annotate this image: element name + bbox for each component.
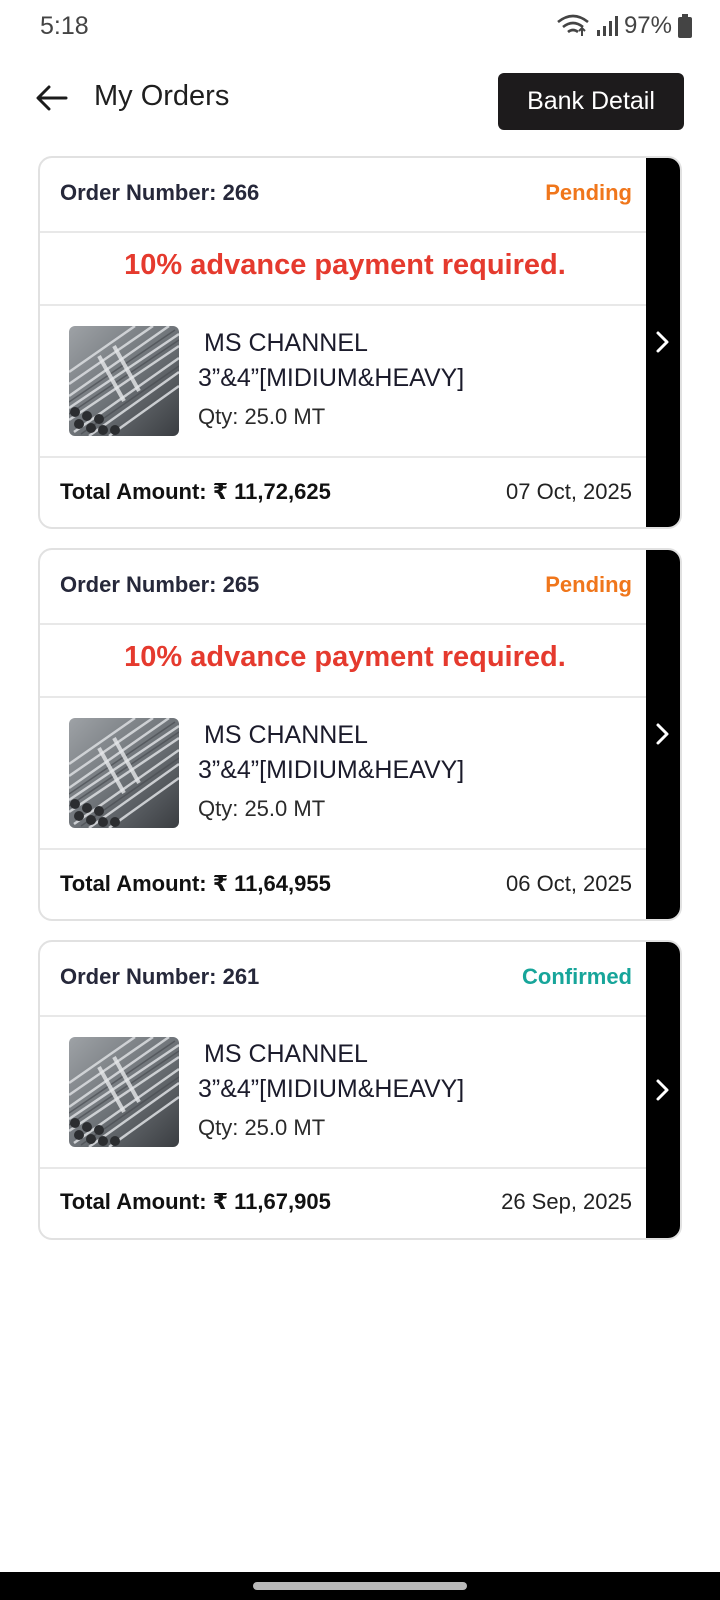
card-arrow-strip[interactable] (646, 550, 680, 919)
product-row: MS CHANNEL 3”&4”[MIDIUM&HEAVY] Qty: 25.0… (40, 696, 650, 848)
back-button[interactable] (34, 82, 70, 118)
product-qty: Qty: 25.0 MT (198, 796, 326, 821)
home-gesture-handle[interactable] (253, 1582, 467, 1590)
product-name-line2: 3”&4”[MIDIUM&HEAVY] (198, 1075, 465, 1103)
status-icons: 97% (556, 12, 692, 40)
advance-notice: 10% advance payment required. (124, 249, 566, 281)
status-badge: Pending (545, 180, 632, 205)
order-footer: Total Amount: ₹ 11,64,955 06 Oct, 2025 (40, 848, 650, 919)
page-title: My Orders (94, 80, 230, 112)
order-footer: Total Amount: ₹ 11,72,625 07 Oct, 2025 (40, 456, 650, 527)
order-number: Order Number: 265 (60, 572, 260, 597)
app-bar: My Orders Bank Detail (0, 70, 720, 130)
product-row: MS CHANNEL 3”&4”[MIDIUM&HEAVY] Qty: 25.0… (40, 1015, 650, 1167)
status-time: 5:18 (40, 12, 89, 40)
status-badge: Pending (545, 572, 632, 597)
product-row: MS CHANNEL 3”&4”[MIDIUM&HEAVY] Qty: 25.0… (40, 304, 650, 456)
wifi-icon (556, 14, 590, 38)
order-header: Order Number: 266 Pending (40, 158, 650, 231)
advance-notice-row: 10% advance payment required. (40, 231, 650, 304)
order-card[interactable]: Order Number: 265 Pending 10% advance pa… (38, 548, 682, 921)
total-amount: Total Amount: ₹ 11,64,955 (60, 871, 331, 896)
order-card[interactable]: Order Number: 266 Pending 10% advance pa… (38, 156, 682, 529)
card-arrow-strip[interactable] (646, 158, 680, 527)
product-image (69, 1037, 179, 1147)
chevron-right-icon (654, 330, 672, 359)
product-name-line2: 3”&4”[MIDIUM&HEAVY] (198, 756, 465, 784)
order-header: Order Number: 261 Confirmed (40, 942, 650, 1015)
order-number: Order Number: 266 (60, 180, 260, 205)
product-name-line1: MS CHANNEL (204, 1040, 368, 1068)
arrow-left-icon (36, 85, 68, 116)
product-name: MS CHANNEL 3”&4”[MIDIUM&HEAVY] (198, 718, 618, 788)
product-qty: Qty: 25.0 MT (198, 404, 326, 429)
bank-detail-button[interactable]: Bank Detail (498, 73, 684, 130)
product-name: MS CHANNEL 3”&4”[MIDIUM&HEAVY] (198, 1037, 618, 1107)
product-name: MS CHANNEL 3”&4”[MIDIUM&HEAVY] (198, 326, 618, 396)
product-image (69, 326, 179, 436)
advance-notice-row: 10% advance payment required. (40, 623, 650, 696)
order-card-body: Order Number: 261 Confirmed MS CHANNEL 3… (40, 942, 650, 1238)
card-arrow-strip[interactable] (646, 942, 680, 1238)
total-amount: Total Amount: ₹ 11,72,625 (60, 479, 331, 504)
total-amount: Total Amount: ₹ 11,67,905 (60, 1189, 331, 1214)
order-footer: Total Amount: ₹ 11,67,905 26 Sep, 2025 (40, 1167, 650, 1238)
order-card-body: Order Number: 266 Pending 10% advance pa… (40, 158, 650, 527)
order-number: Order Number: 261 (60, 964, 260, 989)
product-name-line2: 3”&4”[MIDIUM&HEAVY] (198, 364, 465, 392)
advance-notice: 10% advance payment required. (124, 641, 566, 673)
order-date: 26 Sep, 2025 (501, 1189, 632, 1214)
battery-icon (678, 14, 692, 38)
system-nav-bar (0, 1572, 720, 1600)
chevron-right-icon (654, 722, 672, 751)
status-badge: Confirmed (522, 964, 632, 989)
product-name-line1: MS CHANNEL (204, 721, 368, 749)
product-image (69, 718, 179, 828)
product-qty: Qty: 25.0 MT (198, 1115, 326, 1140)
order-header: Order Number: 265 Pending (40, 550, 650, 623)
chevron-right-icon (654, 1078, 672, 1107)
order-date: 06 Oct, 2025 (506, 871, 632, 896)
order-card-body: Order Number: 265 Pending 10% advance pa… (40, 550, 650, 919)
product-name-line1: MS CHANNEL (204, 329, 368, 357)
battery-level: 97% (623, 12, 672, 39)
order-date: 07 Oct, 2025 (506, 479, 632, 504)
status-bar: 5:18 97% (0, 0, 720, 54)
signal-icon (596, 15, 618, 37)
order-card[interactable]: Order Number: 261 Confirmed MS CHANNEL 3… (38, 940, 682, 1240)
